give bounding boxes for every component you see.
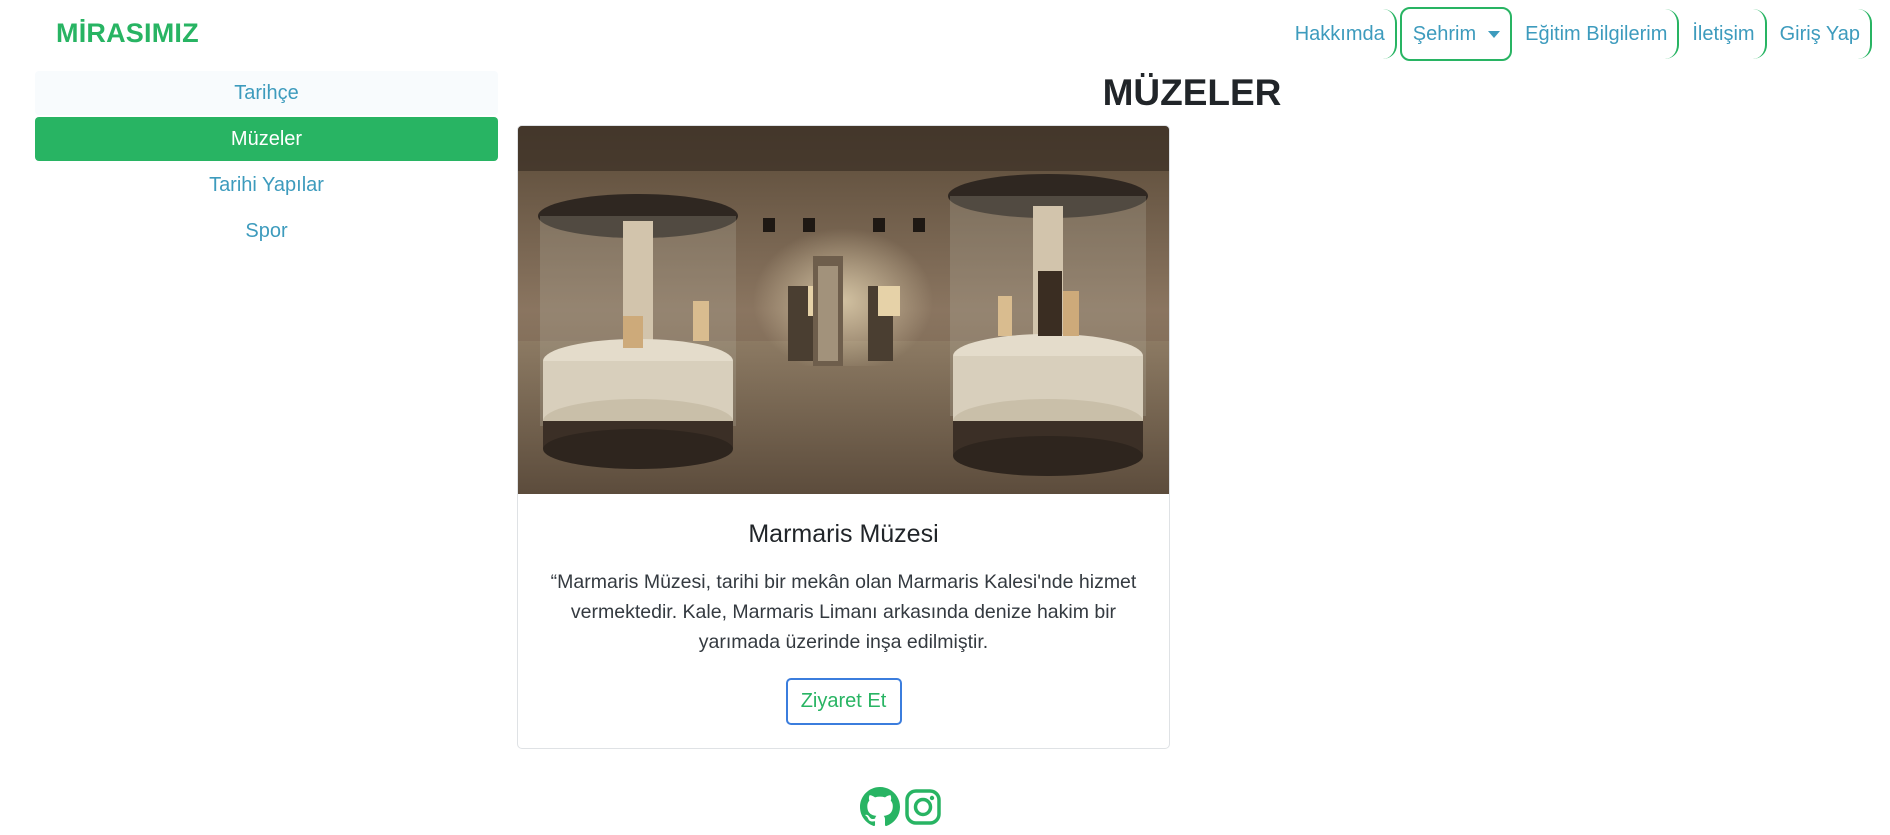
footer-social: [860, 787, 943, 827]
sidebar: Tarihçe Müzeler Tarihi Yapılar Spor: [35, 71, 498, 255]
sidebar-item-tarihi-yapilar[interactable]: Tarihi Yapılar: [35, 163, 498, 207]
card-title: Marmaris Müzesi: [748, 520, 939, 548]
caret-down-icon: [1488, 30, 1501, 38]
github-icon[interactable]: [860, 787, 900, 827]
sidebar-item-spor[interactable]: Spor: [35, 209, 498, 253]
visit-button[interactable]: Ziyaret Et: [785, 678, 902, 725]
museum-card: Marmaris Müzesi “Marmaris Müzesi, tarihi…: [517, 125, 1170, 749]
page-title: MÜZELER: [1102, 72, 1282, 113]
top-nav: Hakkımda Şehrim Eğitim Bilgilerim İletiş…: [1282, 7, 1872, 61]
nav-item-sehrim-dropdown[interactable]: Şehrim: [1399, 7, 1513, 61]
nav-item-hakkimda[interactable]: Hakkımda: [1285, 9, 1397, 59]
instagram-icon[interactable]: [903, 787, 943, 827]
sidebar-item-muzeler[interactable]: Müzeler: [35, 117, 498, 161]
card-description: “Marmaris Müzesi, tarihi bir mekân olan …: [550, 571, 1137, 653]
brand-logo[interactable]: MİRASIMIZ: [56, 18, 199, 49]
nav-item-egitim-bilgilerim[interactable]: Eğitim Bilgilerim: [1515, 9, 1680, 59]
nav-item-giris-yap[interactable]: Giriş Yap: [1770, 9, 1872, 59]
sidebar-item-tarihce[interactable]: Tarihçe: [35, 71, 498, 115]
museum-photo: [518, 126, 1169, 494]
nav-item-iletisim[interactable]: İletişim: [1682, 9, 1767, 59]
nav-item-sehrim-label: Şehrim: [1412, 22, 1477, 45]
